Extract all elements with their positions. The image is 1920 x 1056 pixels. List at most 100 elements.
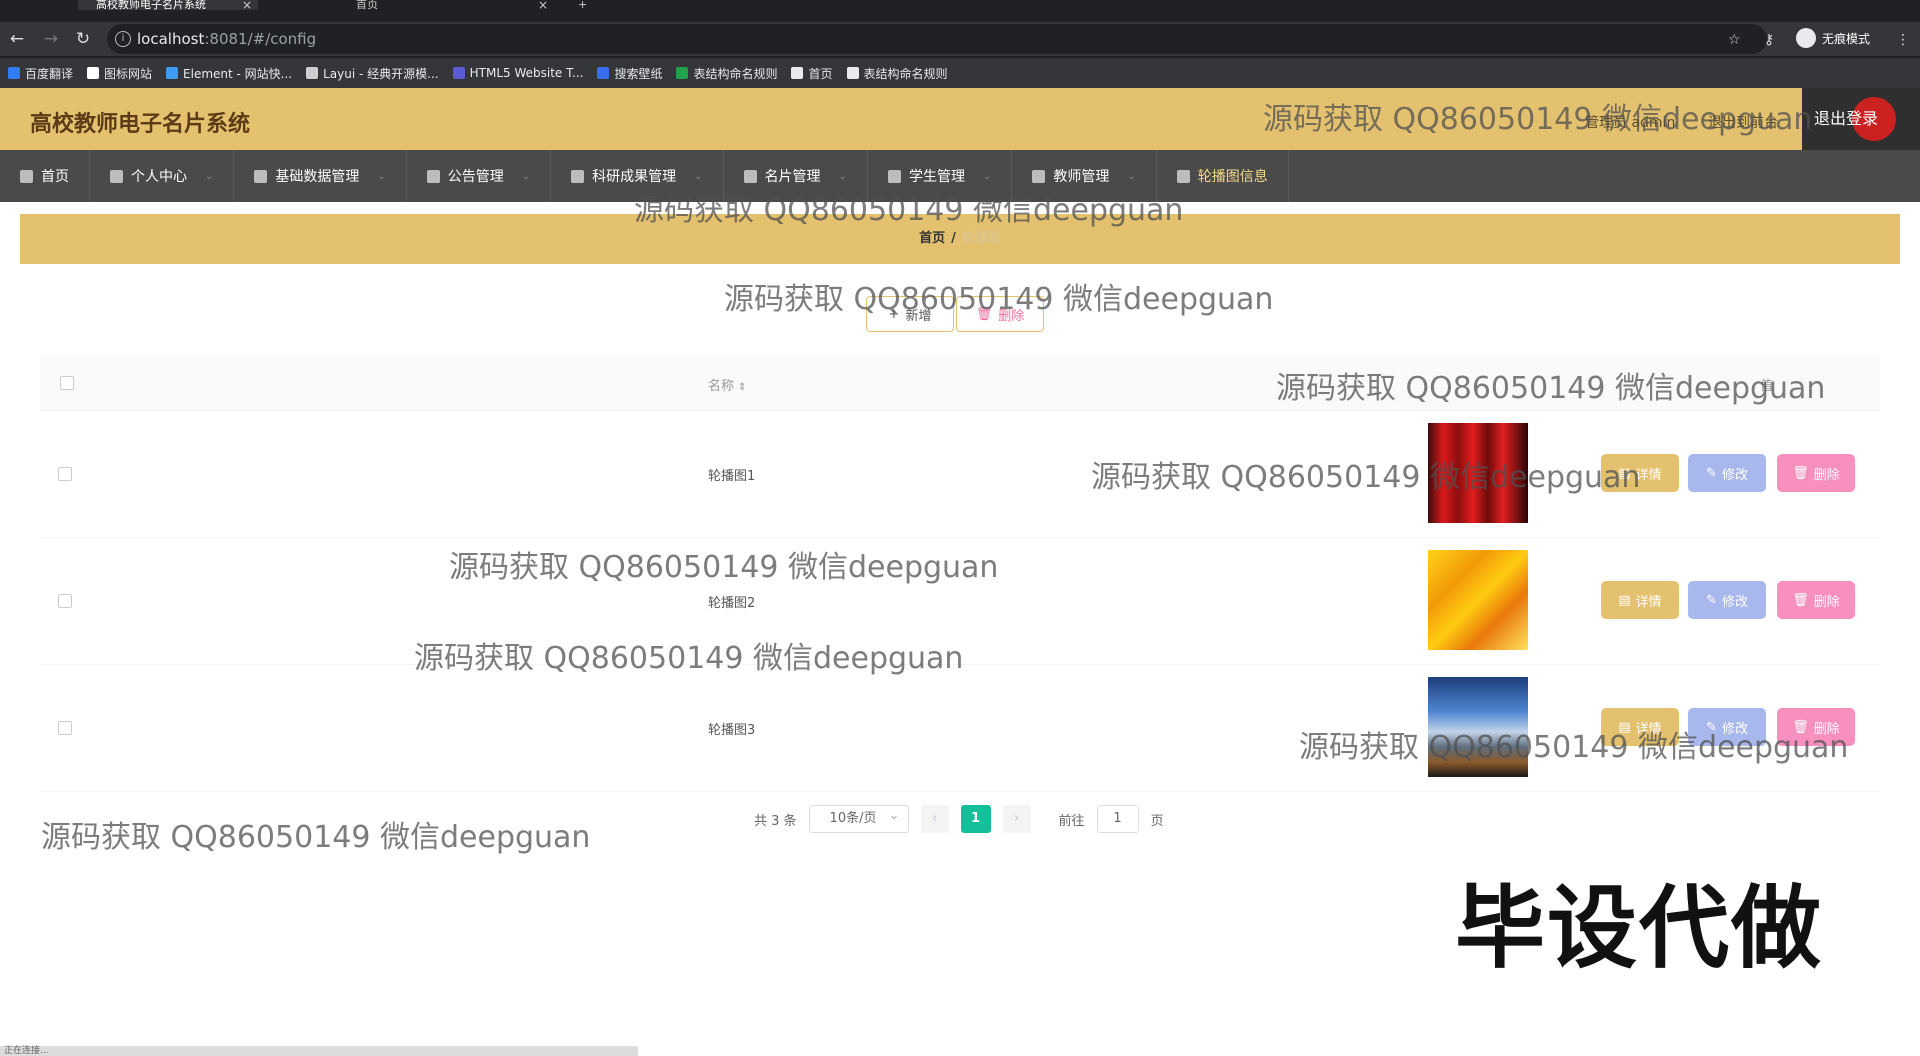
goto-page-input[interactable]: 1 [1096, 805, 1139, 833]
browser-chrome: 高校教师电子名片系统 × 首页 × + ← → ↻ i localhost:80… [0, 0, 1920, 58]
bookmark-item[interactable]: 首页 [791, 65, 833, 82]
bookmark-item[interactable]: Element - 网站快... [166, 65, 292, 82]
table-body: 轮播图1 ▤ 详情 ✎ 修改 🗑 删除 轮播图2 ▤ 详情 ✎ 修改 🗑 删除 轮播图3 ▤ 详情 ✎ 修改 🗑 删除 [40, 411, 1880, 792]
back-to-front-link[interactable]: 退出到前台 [1708, 112, 1778, 132]
table-row: 轮播图2 ▤ 详情 ✎ 修改 🗑 删除 [40, 538, 1880, 665]
menu-dots-icon[interactable]: ⋮ [1896, 32, 1910, 48]
address-bar: ← → ↻ i localhost:8081/#/config ☆ ⚷ ⋮ [0, 22, 1920, 56]
bookmark-icon [8, 67, 20, 79]
nav-item[interactable]: 首页 [0, 150, 90, 202]
bookmark-item[interactable]: 表结构命名规则 [846, 65, 948, 82]
chart-icon [426, 169, 440, 183]
url-host: localhost [137, 30, 205, 48]
forward-arrow-icon[interactable]: → [40, 28, 62, 50]
delete-label: 删除 [1813, 594, 1840, 610]
chevron-down-icon: ⌄ [521, 170, 531, 182]
table-row: 轮播图1 ▤ 详情 ✎ 修改 🗑 删除 [40, 411, 1880, 538]
reload-icon[interactable]: ↻ [72, 28, 94, 50]
bookmark-item[interactable]: HTML5 Website T... [452, 66, 584, 80]
page-number-current[interactable]: 1 [960, 805, 991, 833]
row-checkbox[interactable] [58, 594, 72, 608]
column-header-name[interactable]: 名称 ⇕ [708, 375, 747, 394]
pencil-icon: ✎ [1706, 465, 1717, 481]
close-icon[interactable]: × [242, 0, 252, 10]
data-table: 名称 ⇕ 值 轮播图1 ▤ 详情 ✎ 修改 🗑 删除 轮播图2 ▤ 详情 ✎ 修改 🗑 删除 轮播图3 ▤ 详情… [40, 355, 1880, 792]
bookmark-icon [597, 67, 610, 79]
add-label: 新增 [905, 308, 932, 324]
edit-button[interactable]: ✎ 修改 [1688, 454, 1766, 492]
detail-button[interactable]: ▤ 详情 [1601, 454, 1679, 492]
row-checkbox[interactable] [58, 467, 72, 481]
browser-tab[interactable]: 首页 × [336, 0, 554, 10]
browser-tab-active[interactable]: 高校教师电子名片系统 × [78, 0, 258, 10]
nav-item-label: 教师管理 [1053, 169, 1110, 185]
page-size-select[interactable]: 10条/页 [808, 803, 909, 833]
pencil-icon: ✎ [1706, 592, 1717, 608]
nav-item[interactable]: 个人中心 ⌄ [90, 150, 235, 202]
bookmarks-bar: 百度翻译 图标网站 Element - 网站快... Layui - 经典开源模...… [0, 58, 1920, 88]
detail-label: 详情 [1635, 467, 1662, 483]
close-icon[interactable]: × [538, 0, 548, 10]
star-icon[interactable]: ☆ [1728, 32, 1741, 48]
bookmark-item[interactable]: 表结构命名规则 [676, 65, 777, 82]
carousel-image [1428, 677, 1528, 777]
edit-button[interactable]: ✎ 修改 [1688, 708, 1766, 746]
nav-item[interactable]: 名片管理 ⌄ [724, 150, 868, 202]
nav-item[interactable]: 基础数据管理 ⌄ [234, 150, 407, 202]
nav-item[interactable]: 公告管理 ⌄ [407, 150, 552, 202]
row-name: 轮播图1 [708, 469, 756, 484]
detail-label: 详情 [1635, 721, 1662, 737]
plus-icon[interactable]: + [578, 0, 592, 10]
delete-button[interactable]: 🗑 删除 [1777, 708, 1855, 746]
nav-item-label: 轮播图信息 [1197, 169, 1268, 185]
chevron-down-icon: ⌄ [982, 170, 992, 182]
back-arrow-icon[interactable]: ← [6, 28, 28, 50]
prev-page-icon[interactable]: ‹ [920, 805, 949, 833]
goto-label: 前往 [1058, 813, 1085, 829]
user-icon [254, 169, 268, 183]
chevron-down-icon: ⌄ [1127, 170, 1136, 182]
app-header: 高校教师电子名片系统 管理员 admin 退出到前台 退出登录 [0, 88, 1920, 150]
bookmark-label: HTML5 Website T... [469, 66, 584, 80]
nav-item[interactable]: 学生管理 ⌄ [868, 150, 1013, 202]
gear-icon [571, 169, 585, 183]
detail-label: 详情 [1635, 594, 1662, 610]
monitor-icon [1032, 169, 1046, 183]
document-icon: ▤ [1618, 719, 1631, 735]
bookmark-icon [87, 67, 100, 79]
chevron-down-icon: ⌄ [838, 170, 847, 182]
bookmark-label: 表结构命名规则 [863, 66, 948, 81]
nav-item[interactable]: 轮播图信息 [1157, 150, 1289, 202]
delete-button[interactable]: 🗑 删除 [1777, 581, 1855, 619]
url-field[interactable]: i localhost:8081/#/config [107, 24, 1767, 54]
trash-icon: 🗑 [1792, 465, 1809, 481]
logout-button[interactable]: 退出登录 [1802, 88, 1920, 150]
add-button[interactable]: + 新增 [866, 296, 954, 332]
nav-item[interactable]: 教师管理 ⌄ [1012, 150, 1157, 202]
detail-button[interactable]: ▤ 详情 [1601, 581, 1679, 619]
edit-button[interactable]: ✎ 修改 [1688, 581, 1766, 619]
next-page-icon[interactable]: › [1002, 805, 1031, 833]
bookmark-item[interactable]: 搜索壁纸 [597, 65, 662, 82]
key-icon[interactable]: ⚷ [1764, 32, 1774, 48]
breadcrumb-home[interactable]: 首页 [919, 231, 945, 246]
row-checkbox[interactable] [58, 721, 72, 735]
bookmark-label: 表结构命名规则 [693, 66, 778, 81]
edit-label: 修改 [1721, 594, 1748, 610]
delete-button[interactable]: 🗑 删除 [1777, 454, 1855, 492]
bookmark-item[interactable]: 百度翻译 [8, 65, 73, 82]
bar-icon [887, 169, 901, 183]
table-header: 名称 ⇕ 值 [40, 355, 1880, 411]
nav-item[interactable]: 科研成果管理 ⌄ [551, 150, 724, 202]
detail-button[interactable]: ▤ 详情 [1601, 708, 1679, 746]
incognito-indicator[interactable]: 无痕模式 [1796, 28, 1870, 48]
sort-icon[interactable]: ⇕ [738, 382, 746, 393]
bookmark-item[interactable]: 图标网站 [87, 65, 152, 82]
trash-icon: 🗑 [1792, 719, 1809, 735]
select-all-checkbox[interactable] [60, 376, 74, 390]
info-icon[interactable]: i [115, 31, 131, 47]
main-nav: 首页 个人中心 ⌄ 基础数据管理 ⌄ 公告管理 ⌄ 科研成果管理 ⌄ 名片管理 ⌄ 学生管理 ⌄ 教师管理… [0, 150, 1920, 202]
delete-label: 删除 [1813, 467, 1840, 483]
batch-delete-button[interactable]: 🗑 删除 [956, 296, 1044, 332]
bookmark-item[interactable]: Layui - 经典开源模... [306, 65, 439, 82]
